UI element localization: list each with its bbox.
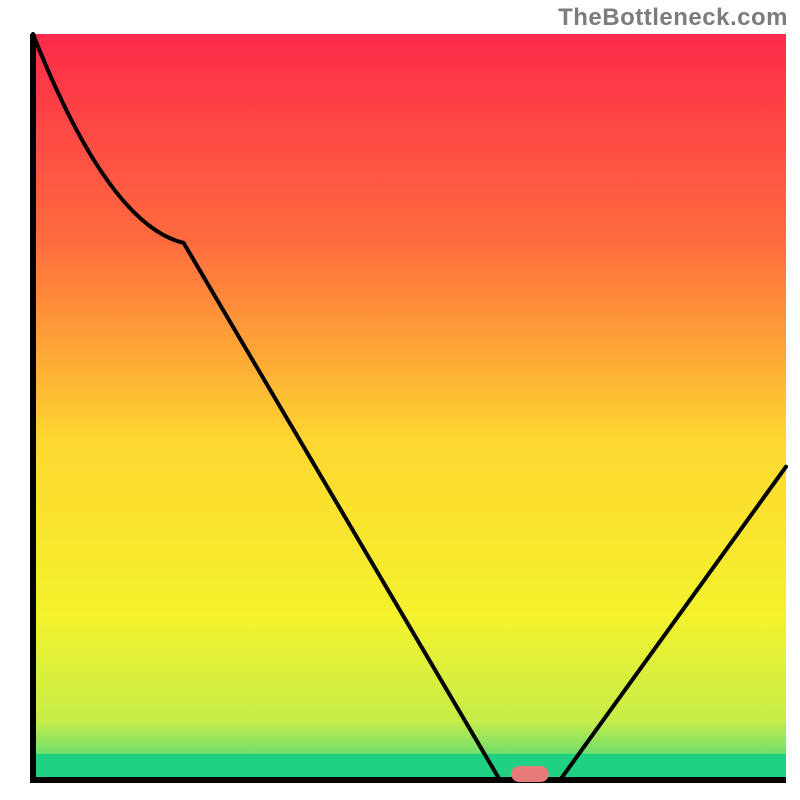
chart-stage: TheBottleneck.com bbox=[0, 0, 800, 800]
plot-green-band bbox=[33, 754, 786, 780]
plot-background bbox=[33, 34, 786, 780]
bottleneck-chart bbox=[0, 0, 800, 800]
optimal-range-marker bbox=[511, 766, 549, 782]
watermark-text: TheBottleneck.com bbox=[558, 4, 788, 32]
